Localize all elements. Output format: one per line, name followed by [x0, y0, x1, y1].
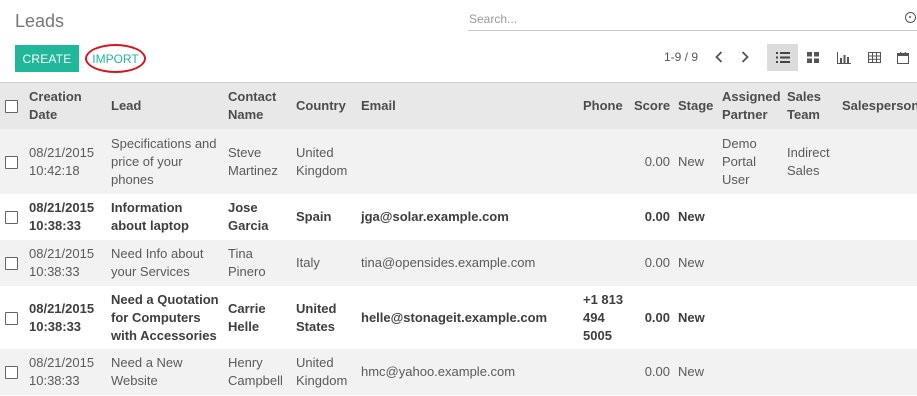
kanban-view-icon[interactable] — [797, 44, 828, 71]
cell-lead: Need a Quotation for Computers with Acce… — [111, 291, 219, 343]
cell-creation-date: 08/21/2015 10:38:33 — [29, 246, 95, 279]
cell-country: United States — [296, 300, 337, 334]
row-checkbox-cell[interactable] — [0, 129, 25, 194]
cell-country: Spain — [296, 209, 332, 224]
cell-phone — [579, 129, 630, 194]
column-header-score[interactable]: Score — [630, 83, 674, 129]
cell-sales-team — [783, 240, 838, 286]
table-row[interactable]: 08/21/2015 10:38:33 Information about la… — [0, 194, 917, 240]
cell-sales-team: Indirect Sales — [787, 144, 830, 178]
leads-table: Creation Date Lead Contact Name Country … — [0, 83, 917, 395]
row-checkbox[interactable] — [5, 211, 18, 225]
cell-assigned-partner — [718, 349, 783, 395]
search-bar[interactable] — [468, 9, 917, 31]
cell-assigned-partner — [718, 194, 783, 240]
cell-email — [357, 129, 579, 194]
column-header-sales-team[interactable]: Sales Team — [783, 83, 838, 129]
column-header-stage[interactable]: Stage — [674, 83, 718, 129]
cell-sales-team — [783, 349, 838, 395]
cell-sales-team — [783, 286, 838, 349]
cell-stage: New — [678, 209, 705, 224]
search-input[interactable] — [468, 9, 888, 29]
column-header-assigned-partner[interactable]: Assigned Partner — [718, 83, 783, 129]
cell-creation-date: 08/21/2015 10:38:33 — [29, 300, 95, 334]
row-checkbox[interactable] — [5, 366, 18, 380]
cell-assigned-partner: Demo Portal User — [722, 135, 757, 187]
cell-creation-date: 08/21/2015 10:38:33 — [29, 355, 95, 388]
row-checkbox-cell[interactable] — [0, 194, 25, 240]
row-checkbox-cell[interactable] — [0, 240, 25, 286]
row-checkbox-cell[interactable] — [0, 286, 25, 349]
create-button[interactable]: CREATE — [15, 45, 79, 72]
chevron-left-icon[interactable] — [711, 48, 727, 66]
cell-country: United Kingdom — [296, 355, 348, 388]
table-header-row: Creation Date Lead Contact Name Country … — [0, 83, 917, 129]
cell-sales-team — [783, 194, 838, 240]
select-all-checkbox-cell[interactable] — [0, 83, 25, 129]
cell-contact-name: Jose Garcia — [228, 200, 269, 233]
cell-phone: +1 813 494 5005 — [583, 291, 624, 343]
cell-creation-date: 08/21/2015 10:42:18 — [29, 144, 95, 178]
cell-salesperson — [838, 349, 917, 395]
cell-score: 0.00 — [644, 209, 670, 224]
row-checkbox[interactable] — [5, 155, 18, 169]
cell-lead: Specifications and price of your phones — [111, 135, 217, 187]
column-header-creation-date[interactable]: Creation Date — [25, 83, 107, 129]
cell-phone — [579, 194, 630, 240]
cell-score: 0.00 — [644, 364, 670, 379]
cell-contact-name: Tina Pinero — [228, 246, 266, 279]
cell-email: jga@solar.example.com — [361, 209, 509, 224]
column-header-salesperson[interactable]: Salesperson — [838, 83, 917, 129]
calendar-view-icon[interactable] — [889, 44, 917, 71]
import-button[interactable]: IMPORT — [85, 44, 146, 73]
graph-view-icon[interactable] — [828, 44, 859, 71]
cell-stage: New — [678, 309, 705, 325]
cell-contact-name: Steve Martinez — [228, 144, 278, 178]
column-header-lead[interactable]: Lead — [107, 83, 224, 129]
row-checkbox[interactable] — [5, 311, 18, 325]
cell-email: tina@opensides.example.com — [361, 255, 536, 270]
cell-stage: New — [678, 255, 705, 270]
cell-stage: New — [678, 364, 705, 379]
cell-phone — [579, 240, 630, 286]
pivot-view-icon[interactable] — [859, 44, 890, 71]
cell-score: 0.00 — [644, 255, 670, 270]
cell-creation-date: 08/21/2015 10:38:33 — [29, 200, 95, 233]
cell-contact-name: Carrie Helle — [228, 300, 266, 334]
table-row[interactable]: 08/21/2015 10:38:33 Need a New Website H… — [0, 349, 917, 395]
cell-country: Italy — [296, 255, 320, 270]
cell-salesperson — [838, 129, 917, 194]
cell-email: hmc@yahoo.example.com — [361, 364, 516, 379]
cell-lead: Information about laptop — [111, 200, 189, 233]
column-header-contact-name[interactable]: Contact Name — [224, 83, 292, 129]
cell-score: 0.00 — [644, 153, 670, 169]
row-checkbox[interactable] — [5, 257, 18, 271]
row-checkbox-cell[interactable] — [0, 349, 25, 395]
cell-phone — [579, 349, 630, 395]
select-all-checkbox[interactable] — [5, 100, 18, 114]
cell-email: helle@stonageit.example.com — [361, 309, 548, 325]
table-row[interactable]: 08/21/2015 10:38:33 Need Info about your… — [0, 240, 917, 286]
cell-score: 0.00 — [644, 309, 670, 325]
table-row[interactable]: 08/21/2015 10:38:33 Need a Quotation for… — [0, 286, 917, 349]
cell-contact-name: Henry Campbell — [228, 355, 283, 388]
cell-salesperson — [838, 194, 917, 240]
cell-assigned-partner — [718, 240, 783, 286]
cell-salesperson — [838, 286, 917, 349]
cell-country: United Kingdom — [296, 144, 348, 178]
page-title: Leads — [15, 11, 65, 31]
table-row[interactable]: 08/21/2015 10:42:18 Specifications and p… — [0, 129, 917, 194]
cell-assigned-partner — [718, 286, 783, 349]
cell-lead: Need a New Website — [111, 355, 183, 388]
cell-stage: New — [678, 153, 705, 169]
column-header-country[interactable]: Country — [292, 83, 357, 129]
list-view-icon[interactable] — [767, 44, 798, 71]
search-options-icon[interactable] — [905, 12, 916, 23]
cell-salesperson — [838, 240, 917, 286]
column-header-phone[interactable]: Phone — [579, 83, 630, 129]
pager-value[interactable]: 1-9 / 9 — [664, 50, 698, 64]
column-header-email[interactable]: Email — [357, 83, 579, 129]
cell-lead: Need Info about your Services — [111, 246, 204, 279]
chevron-right-icon[interactable] — [737, 48, 753, 66]
